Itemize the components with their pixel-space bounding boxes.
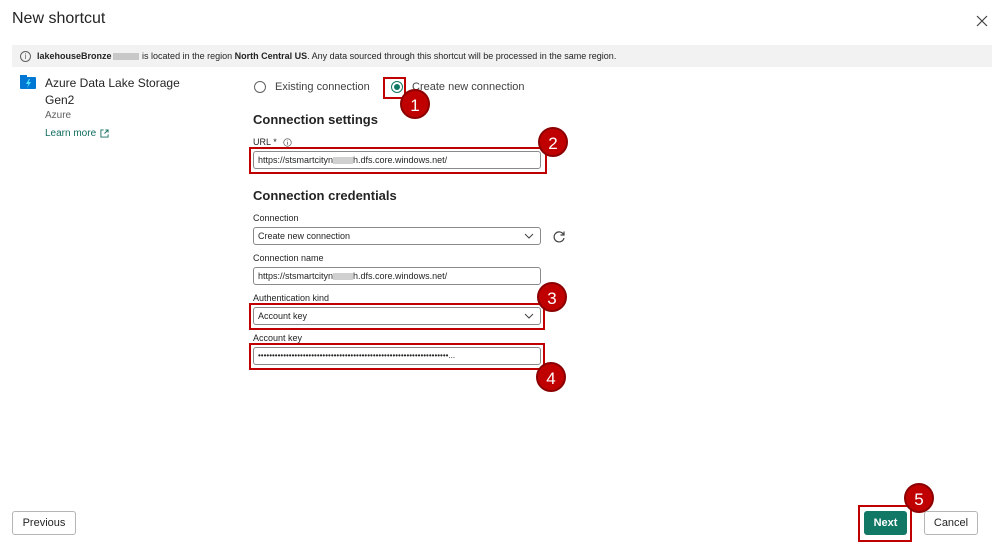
annotation-badge-3: 3 (537, 282, 567, 312)
connection-name-label: Connection name (253, 253, 324, 263)
region-name: North Central US (234, 51, 308, 61)
dialog-title: New shortcut (12, 10, 106, 27)
refresh-icon[interactable] (551, 229, 567, 245)
highlight-box-3 (249, 303, 545, 330)
existing-connection-radio[interactable] (254, 81, 266, 93)
banner-text-end: . Any data sourced through this shortcut… (307, 51, 617, 61)
existing-connection-option[interactable]: Existing connection (254, 81, 370, 93)
lakehouse-name: lakehouseBronze (37, 51, 112, 61)
annotation-badge-4: 4 (536, 362, 566, 392)
existing-connection-label: Existing connection (275, 81, 370, 93)
redacted-text (112, 52, 139, 60)
external-link-icon (100, 129, 109, 138)
annotation-badge-5: 5 (904, 483, 934, 513)
region-info-banner: i lakehouseBronze is located in the regi… (12, 45, 992, 67)
storage-icon (20, 75, 36, 89)
source-name: Azure Data Lake Storage Gen2 (45, 76, 180, 107)
learn-more-link[interactable]: Learn more (45, 128, 109, 139)
annotation-badge-2: 2 (538, 127, 568, 157)
authentication-kind-label: Authentication kind (253, 293, 330, 303)
connection-select-value: Create new connection (258, 231, 351, 241)
connection-name-input[interactable]: https://stsmartcityn h.dfs.core.windows.n… (253, 267, 541, 285)
next-button[interactable]: Next (864, 511, 907, 535)
connection-credentials-heading: Connection credentials (253, 188, 397, 203)
connection-select[interactable]: Create new connection (253, 227, 541, 245)
source-category: Azure (45, 110, 72, 121)
close-icon (976, 15, 988, 27)
annotation-badge-1: 1 (400, 89, 430, 119)
create-new-connection-label: Create new connection (412, 81, 525, 93)
redacted-text (333, 273, 354, 281)
highlight-box-4 (249, 343, 545, 370)
learn-more-label: Learn more (45, 128, 97, 139)
close-button[interactable] (976, 14, 992, 30)
highlight-box-2 (249, 147, 547, 174)
cancel-button[interactable]: Cancel (924, 511, 978, 535)
connection-label: Connection (253, 213, 299, 223)
chevron-down-icon (524, 233, 534, 239)
url-label: URL * (253, 137, 292, 147)
banner-text-mid: is located in the region (142, 51, 233, 61)
connection-settings-heading: Connection settings (253, 112, 378, 127)
info-circle-icon (283, 138, 292, 147)
account-key-label: Account key (253, 333, 303, 343)
info-icon: i (20, 50, 31, 62)
previous-button[interactable]: Previous (12, 511, 76, 535)
